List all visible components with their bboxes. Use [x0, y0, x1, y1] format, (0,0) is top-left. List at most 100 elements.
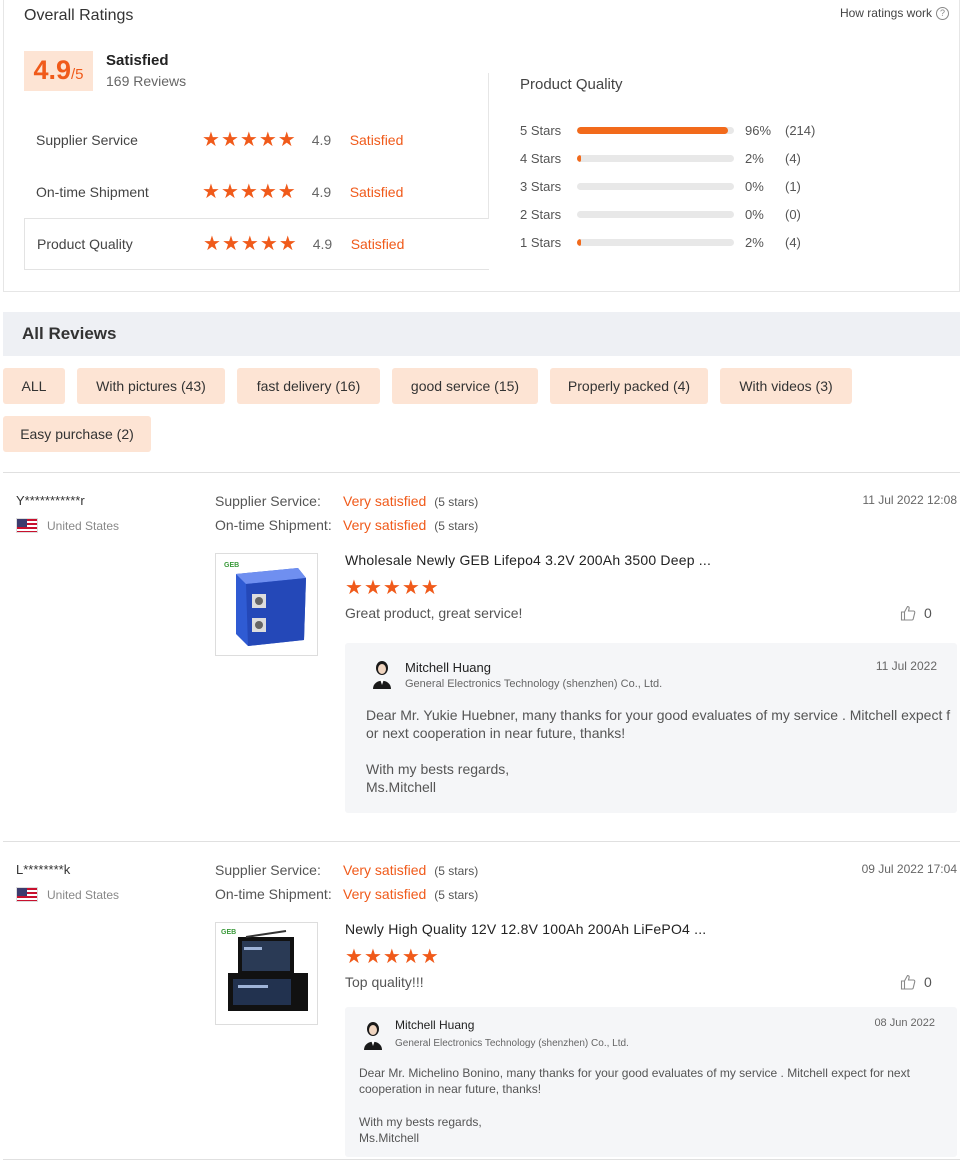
star-icon: ★: [259, 233, 278, 255]
supplier-service-label: Supplier Service:: [215, 493, 321, 509]
star-icon: ★: [258, 129, 277, 151]
star-icon: ★: [420, 577, 439, 599]
supplier-service-value: Very satisfied: [343, 493, 427, 509]
filter-tag-properly-packed[interactable]: Properly packed (4): [550, 368, 708, 404]
reply-line: Dear Mr. Yukie Huebner, many thanks for …: [366, 707, 951, 723]
star-bar-percent: 0%: [745, 178, 764, 194]
star-icon: ★: [221, 233, 240, 255]
review-date: 09 Jul 2022 17:04: [861, 862, 957, 876]
reviewer-country: United States: [16, 518, 119, 533]
reply-line: or next cooperation in near future, than…: [366, 725, 626, 741]
on-time-shipment-line: On-time Shipment: Very satisfied (5 star…: [215, 886, 478, 902]
reviewer-name: L********k: [16, 862, 71, 877]
thumbs-up-icon[interactable]: [900, 605, 916, 621]
us-flag-icon: [16, 887, 38, 902]
review-text: Great product, great service!: [345, 605, 523, 621]
reply-line: Ms.Mitchell: [366, 779, 437, 795]
star-icon: ★: [382, 577, 401, 599]
reviewer-country: United States: [16, 887, 119, 902]
star-icon: ★: [420, 946, 439, 968]
overall-ratings-title: Overall Ratings: [24, 7, 134, 24]
supplier-service-label: Supplier Service:: [215, 862, 321, 878]
star-bar-label: 3 Stars: [520, 178, 562, 194]
country-name: United States: [47, 887, 120, 902]
on-time-shipment-label: On-time Shipment:: [215, 517, 332, 533]
product-quality-title: Product Quality: [520, 76, 623, 93]
rating-stars: ★ ★ ★ ★ ★: [203, 234, 297, 254]
product-thumbnail[interactable]: GEB: [215, 553, 318, 656]
reply-line: With my bests regards,: [359, 1115, 482, 1129]
star-icon: ★: [202, 181, 220, 203]
how-ratings-work-link[interactable]: How ratings work ?: [840, 6, 949, 20]
reply-body: Dear Mr. Yukie Huebner, many thanks for …: [366, 706, 950, 796]
divider: [3, 841, 960, 842]
star-bar-percent: 96%: [745, 122, 772, 138]
filter-tag-with-pictures[interactable]: With pictures (43): [77, 368, 225, 404]
star-bar-row[interactable]: 2 Stars 0% (0): [520, 206, 825, 222]
rating-score: 4.9: [312, 236, 333, 252]
rating-stars: ★ ★ ★ ★ ★: [202, 130, 296, 150]
reply-body: Dear Mr. Michelino Bonino, many thanks f…: [359, 1065, 910, 1146]
star-bar-row[interactable]: 4 Stars 2% (4): [520, 150, 825, 166]
star-icon: ★: [401, 577, 420, 599]
seller-reply: Mitchell Huang General Electronics Techn…: [345, 1007, 957, 1157]
on-time-shipment-value: Very satisfied: [343, 886, 427, 902]
rating-score: 4.9: [311, 132, 332, 148]
product-thumbnail[interactable]: GEB: [215, 922, 318, 1025]
reply-line: Ms.Mitchell: [359, 1131, 420, 1145]
review-text: Top quality!!!: [345, 974, 424, 990]
thumbs-up-icon[interactable]: [900, 974, 916, 990]
rating-satisfaction: Satisfied: [349, 184, 404, 200]
star-icon: ★: [277, 181, 296, 203]
question-circle-icon[interactable]: ?: [936, 6, 949, 20]
star-icon: ★: [258, 181, 277, 203]
filter-tag-fast-delivery[interactable]: fast delivery (16): [237, 368, 380, 404]
filter-tag-with-videos[interactable]: With videos (3): [720, 368, 852, 404]
product-title-link[interactable]: Newly High Quality 12V 12.8V 100Ah 200Ah…: [345, 921, 706, 937]
star-icon: ★: [345, 577, 363, 599]
star-bar-row[interactable]: 5 Stars 96% (214): [520, 122, 825, 138]
star-icon: ★: [363, 577, 382, 599]
rating-row-product-quality[interactable]: Product Quality ★ ★ ★ ★ ★ 4.9 Satisfied: [24, 218, 489, 270]
star-bar-count: (4): [785, 234, 801, 250]
star-bar-track: [577, 154, 734, 162]
panel-divider: [488, 73, 489, 219]
overall-satisfaction: Satisfied: [106, 52, 169, 69]
star-icon: ★: [220, 129, 239, 151]
all-reviews-header: All Reviews: [3, 312, 960, 356]
supplier-service-line: Supplier Service: Very satisfied (5 star…: [215, 862, 478, 878]
battery-cell-image: GEB: [224, 562, 306, 646]
rating-stars: ★ ★ ★ ★ ★: [202, 182, 296, 202]
on-time-shipment-stars: (5 stars): [434, 888, 479, 902]
filter-tag-good-service[interactable]: good service (15): [392, 368, 538, 404]
review-rating-stars: ★ ★ ★ ★ ★: [345, 947, 439, 967]
like-button[interactable]: 0: [900, 605, 932, 621]
star-bar-row[interactable]: 3 Stars 0% (1): [520, 178, 825, 194]
star-icon: ★: [239, 129, 258, 151]
rating-row-on-time-shipment: On-time Shipment ★ ★ ★ ★ ★ 4.9 Satisfied: [24, 166, 489, 218]
rating-satisfaction: Satisfied: [350, 236, 405, 252]
star-bar-track: [577, 210, 734, 218]
rating-label: Supplier Service: [36, 132, 138, 148]
star-bar-percent: 2%: [745, 150, 764, 166]
like-count: 0: [924, 605, 932, 621]
star-bar-label: 5 Stars: [520, 122, 562, 138]
reply-line: cooperation in near future, thanks!: [359, 1082, 542, 1096]
filter-tag-easy-purchase[interactable]: Easy purchase (2): [3, 416, 151, 452]
star-icon: ★: [240, 233, 259, 255]
star-bar-label: 2 Stars: [520, 206, 562, 222]
star-icon: ★: [382, 946, 401, 968]
star-bar-row[interactable]: 1 Stars 2% (4): [520, 234, 825, 250]
star-bar-track: [577, 126, 734, 134]
like-button[interactable]: 0: [900, 974, 932, 990]
filter-tag-all[interactable]: ALL: [3, 368, 65, 404]
on-time-shipment-value: Very satisfied: [343, 517, 427, 533]
star-icon: ★: [202, 129, 220, 151]
star-bar-fill: [577, 126, 728, 134]
overall-score: 4.9: [33, 55, 72, 85]
reply-author: Mitchell Huang: [405, 660, 491, 675]
product-title-link[interactable]: Wholesale Newly GEB Lifepo4 3.2V 200Ah 3…: [345, 552, 711, 568]
rating-row-supplier-service: Supplier Service ★ ★ ★ ★ ★ 4.9 Satisfied: [24, 114, 489, 166]
like-count: 0: [924, 974, 932, 990]
rating-score: 4.9: [311, 184, 332, 200]
